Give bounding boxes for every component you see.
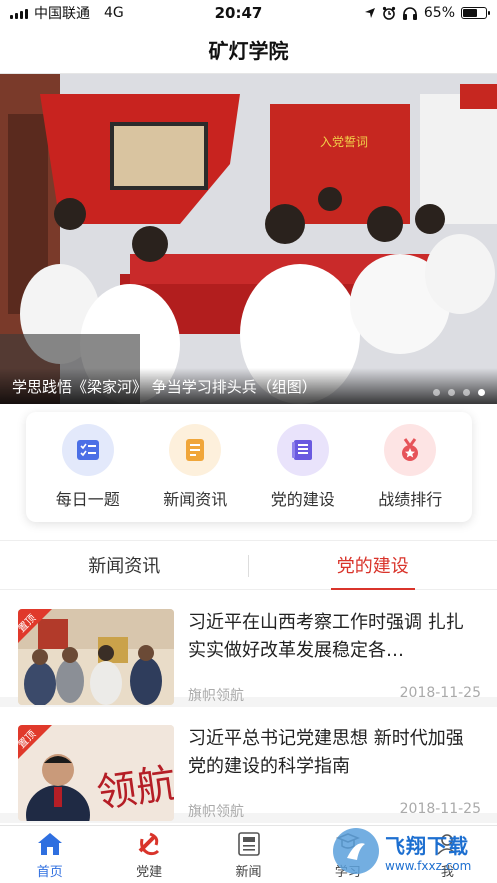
signal-strength-icon — [10, 7, 28, 19]
headphones-icon — [402, 7, 417, 20]
banner-caption: 学思践悟《梁家河》 争当学习排头兵（组图） — [0, 368, 497, 404]
news-title: 习近平在山西考察工作时强调 扎扎实实做好改革发展稳定各… — [188, 612, 464, 661]
quick-menu-ranking[interactable]: 战绩排行 — [360, 424, 460, 510]
nav-news[interactable]: 新闻 — [199, 826, 298, 883]
network-type: 4G — [104, 5, 124, 21]
watermark-url: www.fxxz.com — [385, 858, 472, 873]
quick-menu-party-building[interactable]: 党的建设 — [253, 424, 353, 510]
news-body: 习近平总书记党建思想 新时代加强党的建设的科学指南 旗帜领航 2018-11-2… — [188, 725, 481, 821]
news-source: 旗帜领航 — [188, 804, 244, 820]
carousel-dot[interactable] — [433, 389, 440, 396]
quick-menu-label: 新闻资讯 — [163, 490, 228, 509]
battery-fill — [463, 9, 478, 17]
alarm-clock-icon — [382, 6, 395, 20]
quick-menu: 每日一题 新闻资讯 党的建设 战绩排行 — [26, 412, 472, 522]
quick-menu-label: 党的建设 — [270, 490, 335, 509]
tab-news-info[interactable]: 新闻资讯 — [0, 541, 249, 589]
status-bar: 中国联通 4G 20:47 65% — [0, 0, 497, 26]
watermark-text: 飞翔下载 www.fxxz.com — [385, 830, 471, 873]
content-tabs: 新闻资讯 党的建设 — [0, 540, 497, 590]
banner-carousel[interactable]: 入党誓词 学思践悟《梁家河》 争当学习排头兵（组图） — [0, 74, 497, 404]
battery-icon — [461, 7, 490, 19]
carousel-dot-active[interactable] — [478, 389, 485, 396]
status-right: 65% — [317, 5, 490, 21]
watermark-logo: 飞翔下载 www.fxxz.com — [333, 822, 493, 880]
news-source: 旗帜领航 — [188, 688, 244, 704]
ranking-medal-icon — [384, 424, 437, 476]
news-date: 2018-11-25 — [399, 801, 481, 817]
location-arrow-icon — [364, 8, 375, 18]
news-title: 习近平总书记党建思想 新时代加强党的建设的科学指南 — [188, 728, 464, 777]
quick-menu-label: 战绩排行 — [378, 490, 443, 509]
news-meta: 旗帜领航 2018-11-25 — [188, 801, 481, 821]
daily-question-icon — [61, 424, 114, 476]
news-thumbnail: 领航 置顶 — [18, 725, 174, 821]
list-item[interactable]: 置顶 习近平在山西考察工作时强调 扎扎实实做好改革发展稳定各… 旗帜领航 201… — [0, 591, 497, 707]
carousel-dot[interactable] — [448, 389, 455, 396]
carousel-indicator — [433, 389, 485, 396]
watermark-title: 飞翔下载 — [385, 833, 469, 858]
status-left: 中国联通 4G — [10, 3, 180, 23]
status-time: 20:47 — [214, 4, 263, 22]
carousel-dot[interactable] — [463, 389, 470, 396]
battery-percent: 65% — [423, 5, 455, 21]
party-emblem-icon — [135, 830, 163, 858]
nav-label: 新闻 — [235, 864, 262, 880]
list-item[interactable]: 领航 置顶 习近平总书记党建思想 新时代加强党的建设的科学指南 旗帜领航 201… — [0, 707, 497, 823]
news-list: 置顶 习近平在山西考察工作时强调 扎扎实实做好改革发展稳定各… 旗帜领航 201… — [0, 591, 497, 823]
watermark-circle-icon — [333, 828, 379, 874]
pinned-badge: 置顶 — [18, 725, 52, 759]
page-title: 矿灯学院 — [0, 26, 497, 74]
tab-party-building[interactable]: 党的建设 — [249, 541, 497, 589]
banner-photo: 入党誓词 — [0, 74, 497, 404]
banner-wall-slogan: 入党誓词 — [320, 134, 368, 149]
news-info-icon — [169, 424, 222, 476]
carrier-name: 中国联通 — [34, 6, 90, 22]
news-meta: 旗帜领航 2018-11-25 — [188, 685, 481, 705]
party-building-icon — [276, 424, 329, 476]
newspaper-icon — [235, 830, 263, 858]
quick-menu-label: 每日一题 — [55, 490, 120, 509]
home-icon — [36, 830, 64, 858]
quick-menu-news-info[interactable]: 新闻资讯 — [145, 424, 245, 510]
quick-menu-daily-question[interactable]: 每日一题 — [38, 424, 138, 510]
news-date: 2018-11-25 — [399, 685, 481, 701]
news-body: 习近平在山西考察工作时强调 扎扎实实做好改革发展稳定各… 旗帜领航 2018-1… — [188, 609, 481, 705]
nav-label: 党建 — [136, 864, 163, 880]
news-thumbnail: 置顶 — [18, 609, 174, 705]
nav-label: 首页 — [36, 864, 63, 880]
nav-home[interactable]: 首页 — [0, 826, 99, 883]
pinned-badge: 置顶 — [18, 609, 52, 643]
nav-party[interactable]: 党建 — [99, 826, 198, 883]
